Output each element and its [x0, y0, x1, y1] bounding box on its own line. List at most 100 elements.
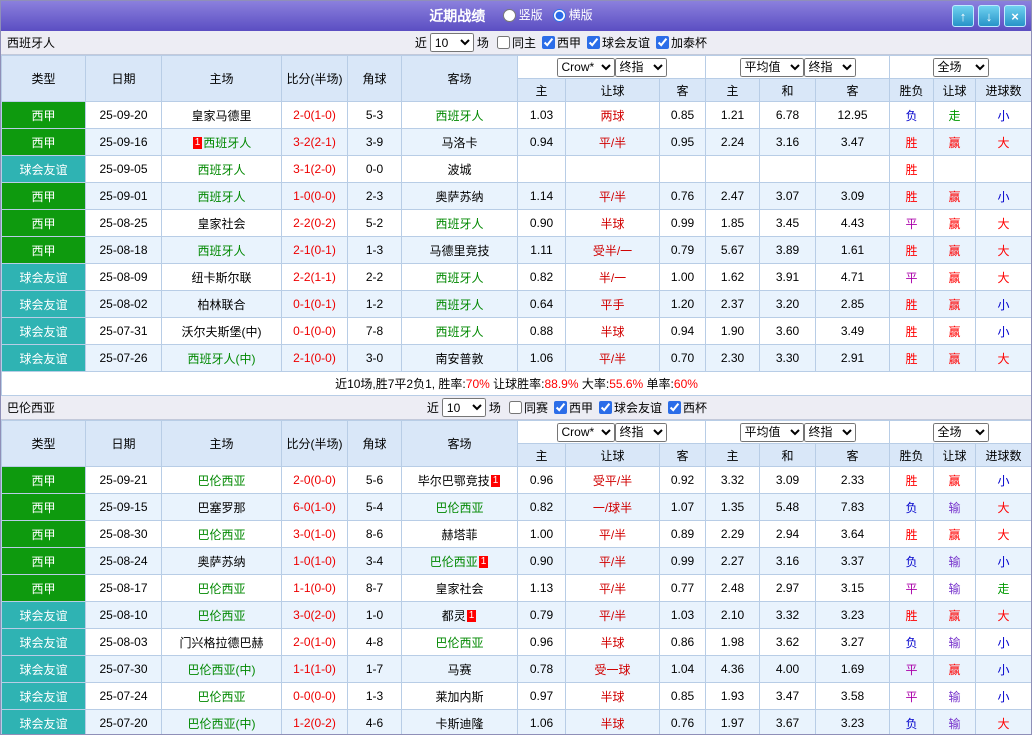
odds-value: 2.91 [816, 345, 890, 372]
bookmaker-select[interactable]: Crow* [557, 58, 615, 77]
odds-value: 1.00 [518, 521, 566, 548]
odds-value: 5.67 [706, 237, 760, 264]
filter-prefix-label: 近 [415, 34, 427, 51]
result-wdl: 胜 [890, 291, 934, 318]
result-goals [976, 156, 1032, 183]
filter-checkbox[interactable]: 球会友谊 [599, 399, 662, 416]
scope-select[interactable]: 全场 [933, 423, 989, 442]
result-goals: 小 [976, 318, 1032, 345]
result-goals: 大 [976, 345, 1032, 372]
match-date: 25-09-15 [86, 494, 162, 521]
odds-value: 0.82 [518, 264, 566, 291]
match-date: 25-08-10 [86, 602, 162, 629]
filter-checkbox[interactable]: 西甲 [542, 34, 581, 51]
filter-checkbox-input[interactable] [656, 36, 669, 49]
odds-value: 3.47 [760, 683, 816, 710]
odds-value: 1.62 [706, 264, 760, 291]
bookmaker-index-select[interactable]: 终指 [615, 423, 667, 442]
odds-value: 1.20 [660, 291, 706, 318]
odds-value: 2.30 [706, 345, 760, 372]
match-type: 球会友谊 [2, 291, 86, 318]
odds-value: 1.97 [706, 710, 760, 735]
match-row: 球会友谊25-08-10巴伦西亚3-0(2-0)1-0都灵10.79平/半1.0… [2, 602, 1032, 629]
layout-radio-input[interactable] [503, 9, 516, 22]
result-goals: 大 [976, 129, 1032, 156]
filter-checkbox[interactable]: 同赛 [509, 399, 548, 416]
bookmaker-select[interactable]: Crow* [557, 423, 615, 442]
layout-radio-input[interactable] [553, 9, 566, 22]
team-name-text: 卡斯迪隆 [435, 717, 483, 731]
filter-checkbox-input[interactable] [599, 401, 612, 414]
result-handicap: 赢 [934, 291, 976, 318]
filter-checkbox[interactable]: 西甲 [554, 399, 593, 416]
odds-value: 3.49 [816, 318, 890, 345]
away-team: 西班牙人 [402, 102, 518, 129]
away-team: 巴伦西亚 [402, 629, 518, 656]
result-goals: 小 [976, 102, 1032, 129]
result-wdl: 负 [890, 548, 934, 575]
filter-checkbox[interactable]: 球会友谊 [587, 34, 650, 51]
filter-checkbox-input[interactable] [554, 401, 567, 414]
average-select[interactable]: 平均值 [740, 423, 804, 442]
team-name-text: 巴伦西亚(中) [188, 663, 256, 677]
home-team: 巴伦西亚 [162, 602, 282, 629]
corners: 8-7 [348, 575, 402, 602]
odds-value: 2.10 [706, 602, 760, 629]
section-team-name: 西班牙人 [7, 34, 55, 51]
team-name-text: 皇家社会 [197, 217, 245, 231]
filter-checkbox-input[interactable] [668, 401, 681, 414]
average-select[interactable]: 平均值 [740, 58, 804, 77]
average-index-select[interactable]: 终指 [804, 423, 856, 442]
away-team: 皇家社会 [402, 575, 518, 602]
recent-count-select[interactable]: 10 [442, 398, 486, 417]
match-row: 西甲25-08-18西班牙人2-1(0-1)1-3马德里竞技1.11受半/一0.… [2, 237, 1032, 264]
team-name-text: 巴伦西亚 [197, 690, 245, 704]
odds-value: 1.06 [518, 710, 566, 735]
average-index-select[interactable]: 终指 [804, 58, 856, 77]
sub-column-header: 主 [706, 79, 760, 102]
corners: 1-0 [348, 602, 402, 629]
scope-select[interactable]: 全场 [933, 58, 989, 77]
match-score: 2-1(0-0) [282, 345, 348, 372]
sub-column-header: 进球数 [976, 444, 1032, 467]
handicap-line: 平手 [566, 291, 660, 318]
match-row: 球会友谊25-07-31沃尔夫斯堡(中)0-1(0-0)7-8西班牙人0.88半… [2, 318, 1032, 345]
odds-value: 1.14 [518, 183, 566, 210]
odds-value: 1.11 [518, 237, 566, 264]
layout-radio-vertical[interactable]: 竖版 [503, 8, 543, 22]
bookmaker-index-select[interactable]: 终指 [615, 58, 667, 77]
team-name-text: 门兴格拉德巴赫 [179, 636, 263, 650]
move-down-button[interactable]: ↓ [978, 5, 1000, 27]
odds-value: 0.97 [518, 683, 566, 710]
sub-column-header: 客 [816, 444, 890, 467]
sub-column-header: 客 [816, 79, 890, 102]
sub-column-header: 主 [518, 444, 566, 467]
filter-checkbox[interactable]: 西杯 [668, 399, 707, 416]
odds-value: 3.32 [706, 467, 760, 494]
match-row: 球会友谊25-09-05西班牙人3-1(2-0)0-0波城胜 [2, 156, 1032, 183]
filter-checkbox[interactable]: 同主 [497, 34, 536, 51]
filter-checkbox-input[interactable] [509, 401, 522, 414]
odds-source-cell: Crow*终指 [518, 56, 706, 79]
team-name-text: 西班牙人 [435, 217, 483, 231]
move-up-button[interactable]: ↑ [952, 5, 974, 27]
filter-checkbox-input[interactable] [587, 36, 600, 49]
recent-results-window: 近期战绩 竖版横版 ↑ ↓ × 西班牙人近10场同主西甲球会友谊加泰杯类型日期主… [0, 0, 1032, 735]
recent-count-select[interactable]: 10 [430, 33, 474, 52]
results-table: 类型日期主场比分(半场)角球客场Crow*终指平均值终指全场主让球客主和客胜负让… [1, 55, 1032, 396]
odds-value: 0.78 [518, 656, 566, 683]
team-name-text: 巴伦西亚 [435, 636, 483, 650]
result-handicap: 输 [934, 710, 976, 735]
summary-label: 大率: [579, 377, 610, 391]
filter-checkbox-input[interactable] [542, 36, 555, 49]
filter-checkbox-input[interactable] [497, 36, 510, 49]
match-type: 西甲 [2, 102, 86, 129]
result-goals: 大 [976, 237, 1032, 264]
team-name-text: 马洛卡 [441, 136, 477, 150]
filter-checkbox[interactable]: 加泰杯 [656, 34, 707, 51]
team-name-text: 马赛 [447, 663, 471, 677]
team-section-2: 巴伦西亚近10场同赛西甲球会友谊西杯类型日期主场比分(半场)角球客场Crow*终… [1, 396, 1031, 735]
close-button[interactable]: × [1004, 5, 1026, 27]
layout-radio-horizontal[interactable]: 横版 [553, 8, 593, 22]
team-name-text: 赫塔菲 [441, 528, 477, 542]
